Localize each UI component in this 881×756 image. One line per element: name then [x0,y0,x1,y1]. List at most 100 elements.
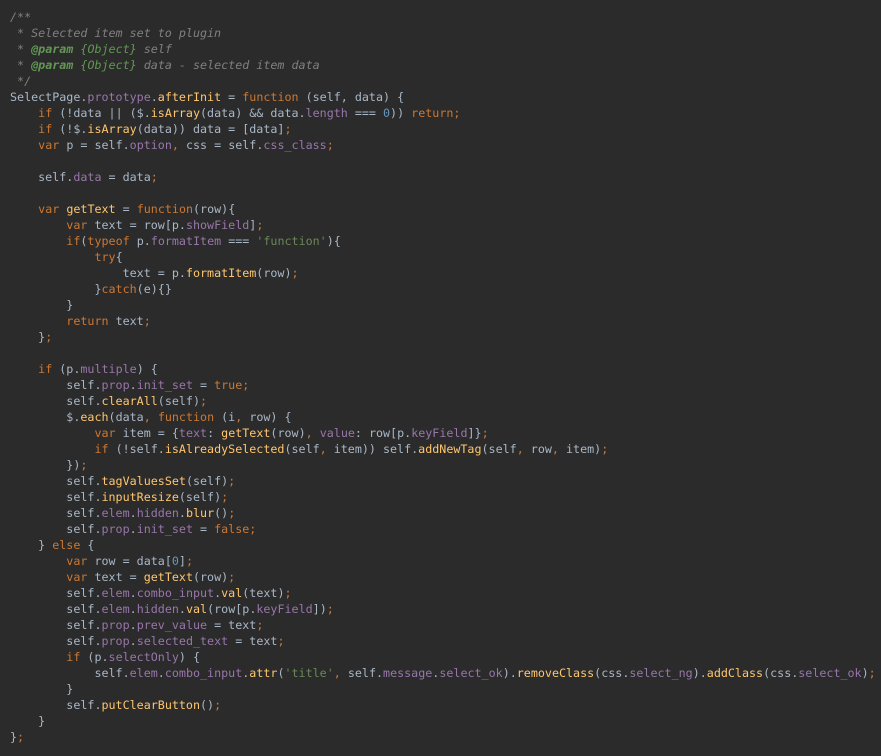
code-token-keyword: if [38,122,53,136]
code-line: * @param {Object} self [10,41,881,57]
code-token-prop: text [178,426,208,440]
code-token-prop: elem [101,506,130,520]
code-token-func: isArray [87,122,137,136]
code-token-text: . [129,522,137,536]
code-token-text: self. [10,170,74,184]
code-token-text: { [80,538,95,552]
code-token-func: attr [249,666,278,680]
code-token-text: (data)) data = [data] [136,122,285,136]
code-token-punct: ; [249,522,257,536]
code-line: if (p.selectOnly) { [10,649,881,665]
code-token-prop: prev_value [136,618,208,632]
code-token-prop: select_ok [439,666,503,680]
code-token-func: isAlreadySelected [164,442,285,456]
code-line: $.each(data, function (i, row) { [10,409,881,425]
code-token-text: self. [10,474,102,488]
code-token-prop: multiple [80,362,137,376]
code-line: }; [10,729,881,745]
code-token-text: p = self. [59,138,130,152]
code-line: } [10,297,881,313]
code-token-text: { [115,250,123,264]
code-token-prop: init_set [136,378,193,392]
code-token-punct: , [333,666,341,680]
code-token-text: item)) self. [326,442,419,456]
code-token-text: ) [861,666,869,680]
code-token-text: SelectPage. [10,90,88,104]
code-token-text: () [200,698,215,712]
code-token-keyword: typeof [87,234,130,248]
code-token-punct: , [516,442,524,456]
code-line: } [10,681,881,697]
code-token-punct: ; [150,170,158,184]
code-token-prop: length [305,106,348,120]
code-line: var row = data[0]; [10,553,881,569]
code-line: self.elem.hidden.val(row[p.keyField]); [10,601,881,617]
code-token-text: self. [10,490,102,504]
code-line: text = p.formatItem(row); [10,265,881,281]
code-token-text: . [129,602,137,616]
code-token-keyword: true [214,378,243,392]
code-token-text: text = p. [10,266,186,280]
code-token-comment: data - selected item data [136,58,320,72]
code-token-text: } [10,730,18,744]
code-token-text: . [178,506,186,520]
code-token-keyword: var [94,426,116,440]
code-token-punct: ; [242,378,250,392]
code-token-prop: elem [101,586,130,600]
code-token-func: val [221,586,243,600]
code-token-text: = [221,90,243,104]
code-line: } [10,713,881,729]
code-token-prop: combo_input [136,586,215,600]
code-line: self.prop.prev_value = text; [10,617,881,633]
code-token-text: = data [101,170,151,184]
code-token-keyword: if [66,234,81,248]
code-token-text: (self) [157,394,201,408]
code-token-text: = [192,378,215,392]
code-token-prop: formatItem [150,234,222,248]
code-line: }catch(e){} [10,281,881,297]
code-token-prop: select_ng [629,666,693,680]
code-token-comment: self [136,42,172,56]
code-line: if(typeof p.formatItem === 'function'){ [10,233,881,249]
code-token-text: === [221,234,257,248]
code-token-punct: ; [291,266,299,280]
code-token-comment: * [10,42,32,56]
code-token-func: formatItem [185,266,257,280]
code-token-text: self. [10,506,102,520]
code-token-text: (row) [270,426,306,440]
code-line: }; [10,329,881,345]
code-token-punct: ; [256,218,264,232]
code-token-number: 0 [383,106,391,120]
code-token-prop: value [319,426,355,440]
code-token-text: : [207,426,222,440]
code-token-punct: ; [481,426,489,440]
code-token-text: self. [10,394,102,408]
code-line: return text; [10,313,881,329]
code-editor[interactable]: /** * Selected item set to plugin * @par… [0,0,881,756]
code-token-text: self. [10,618,102,632]
code-line: if (p.multiple) { [10,361,881,377]
code-token-prop: showField [185,218,250,232]
code-line: if (!$.isArray(data)) data = [data]; [10,121,881,137]
code-line: try{ [10,249,881,265]
code-token-text: (row){ [193,202,236,216]
code-token-func: clearAll [101,394,158,408]
code-token-punct: ; [228,506,236,520]
code-token-text: = [192,522,215,536]
code-line: }); [10,457,881,473]
code-token-text: . [129,378,137,392]
code-token-text: } [10,298,74,312]
code-token-prop: hidden [136,506,179,520]
code-token-text: } [10,682,74,696]
code-token-prop: selected_text [136,634,229,648]
code-token-punct: ; [228,474,236,488]
